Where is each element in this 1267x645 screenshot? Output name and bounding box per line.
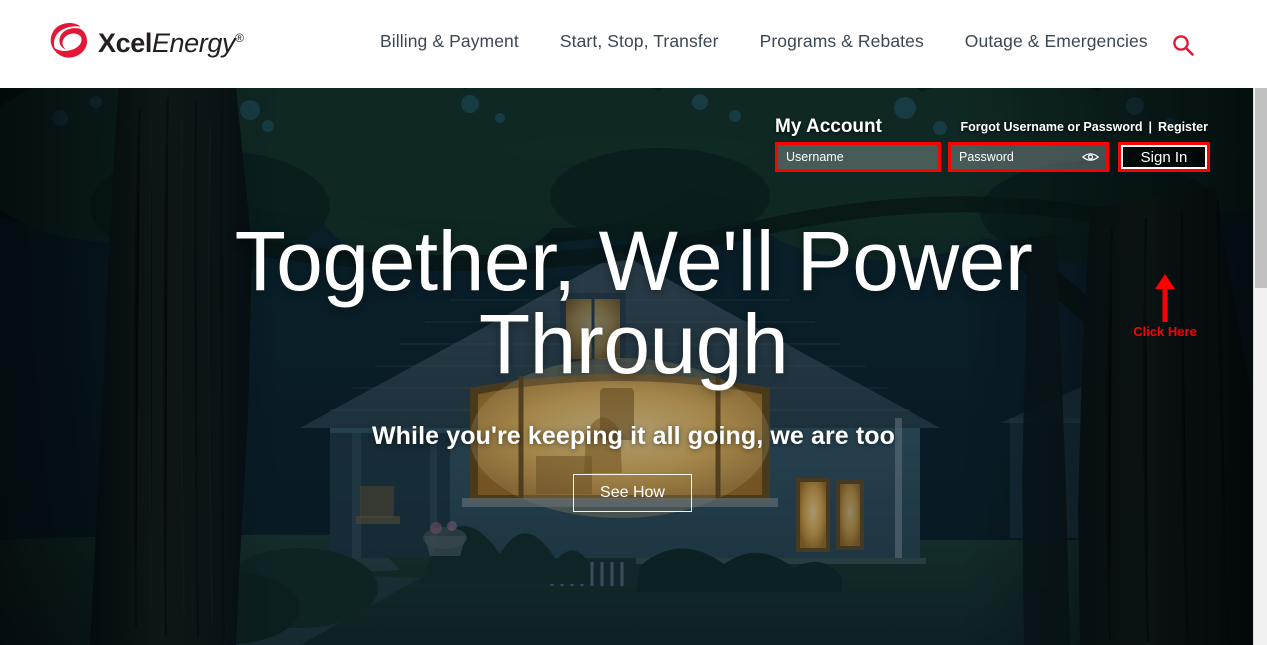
forgot-username-password-link[interactable]: Forgot Username or Password [960, 120, 1142, 134]
main-navigation: Billing & Payment Start, Stop, Transfer … [380, 31, 1148, 52]
nav-item-programs-rebates[interactable]: Programs & Rebates [760, 31, 924, 52]
signin-annotation-box: Sign In [1118, 142, 1210, 172]
logo-energy: Energy [151, 27, 236, 58]
click-here-label: Click Here [1133, 324, 1197, 339]
sign-in-button[interactable]: Sign In [1121, 145, 1207, 169]
password-annotation-box [948, 142, 1109, 172]
password-input[interactable] [951, 145, 1106, 169]
xcel-swirl-logo-icon [50, 23, 88, 58]
register-link[interactable]: Register [1158, 120, 1208, 134]
search-icon[interactable] [1172, 34, 1194, 56]
nav-item-outage-emergencies[interactable]: Outage & Emergencies [965, 31, 1148, 52]
nav-item-billing-payment[interactable]: Billing & Payment [380, 31, 519, 52]
scrollbar-thumb[interactable] [1255, 88, 1267, 288]
hero-banner: Together, We'll Power Through While you'… [0, 88, 1267, 645]
xcel-energy-logo[interactable]: XcelEnergy® [49, 22, 244, 64]
nav-item-start-stop-transfer[interactable]: Start, Stop, Transfer [560, 31, 719, 52]
site-header: XcelEnergy® Billing & Payment Start, Sto… [0, 0, 1267, 88]
click-here-annotation: Click Here [1125, 274, 1205, 339]
see-how-button[interactable]: See How [573, 474, 692, 512]
logo-xcel: Xcel [98, 27, 152, 58]
account-links: Forgot Username or Password | Register [960, 120, 1208, 134]
logo-registered-mark: ® [235, 30, 244, 45]
username-annotation-box [775, 142, 941, 172]
search-glyph [1173, 35, 1194, 56]
links-separator: | [1148, 120, 1152, 134]
login-form: Sign In [775, 142, 1210, 172]
arrow-up-icon [1155, 274, 1175, 322]
my-account-title: My Account [775, 116, 882, 137]
vertical-scrollbar[interactable] [1253, 88, 1267, 645]
page-root: XcelEnergy® Billing & Payment Start, Sto… [0, 0, 1267, 645]
username-input[interactable] [778, 145, 938, 169]
logo-wordmark: XcelEnergy® [98, 27, 244, 58]
